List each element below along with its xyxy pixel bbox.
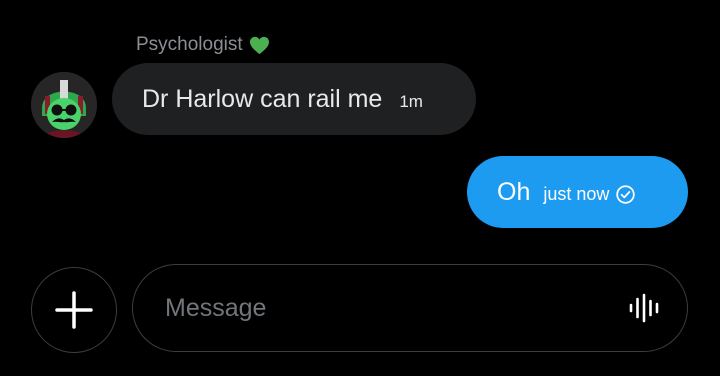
plus-icon: [55, 291, 93, 329]
message-composer[interactable]: [132, 264, 688, 352]
avatar-image: [31, 72, 97, 138]
message-input[interactable]: [165, 288, 627, 328]
message-text: Oh: [497, 177, 531, 206]
green-heart-icon: [249, 36, 269, 54]
check-circle-icon: [616, 185, 636, 204]
add-attachment-button[interactable]: [31, 267, 117, 353]
sender-name: Psychologist: [136, 34, 243, 55]
voice-waveform-icon: [629, 293, 659, 323]
message-timestamp: just now: [543, 184, 610, 204]
voice-message-button[interactable]: [627, 291, 661, 325]
message-text: Dr Harlow can rail me: [142, 84, 383, 113]
incoming-message-bubble[interactable]: Dr Harlow can rail me 1m: [112, 63, 476, 135]
avatar[interactable]: [31, 72, 97, 138]
outgoing-message-bubble[interactable]: Oh just now: [467, 156, 688, 228]
sender-label: Psychologist: [136, 34, 270, 56]
message-timestamp: 1m: [399, 92, 423, 111]
